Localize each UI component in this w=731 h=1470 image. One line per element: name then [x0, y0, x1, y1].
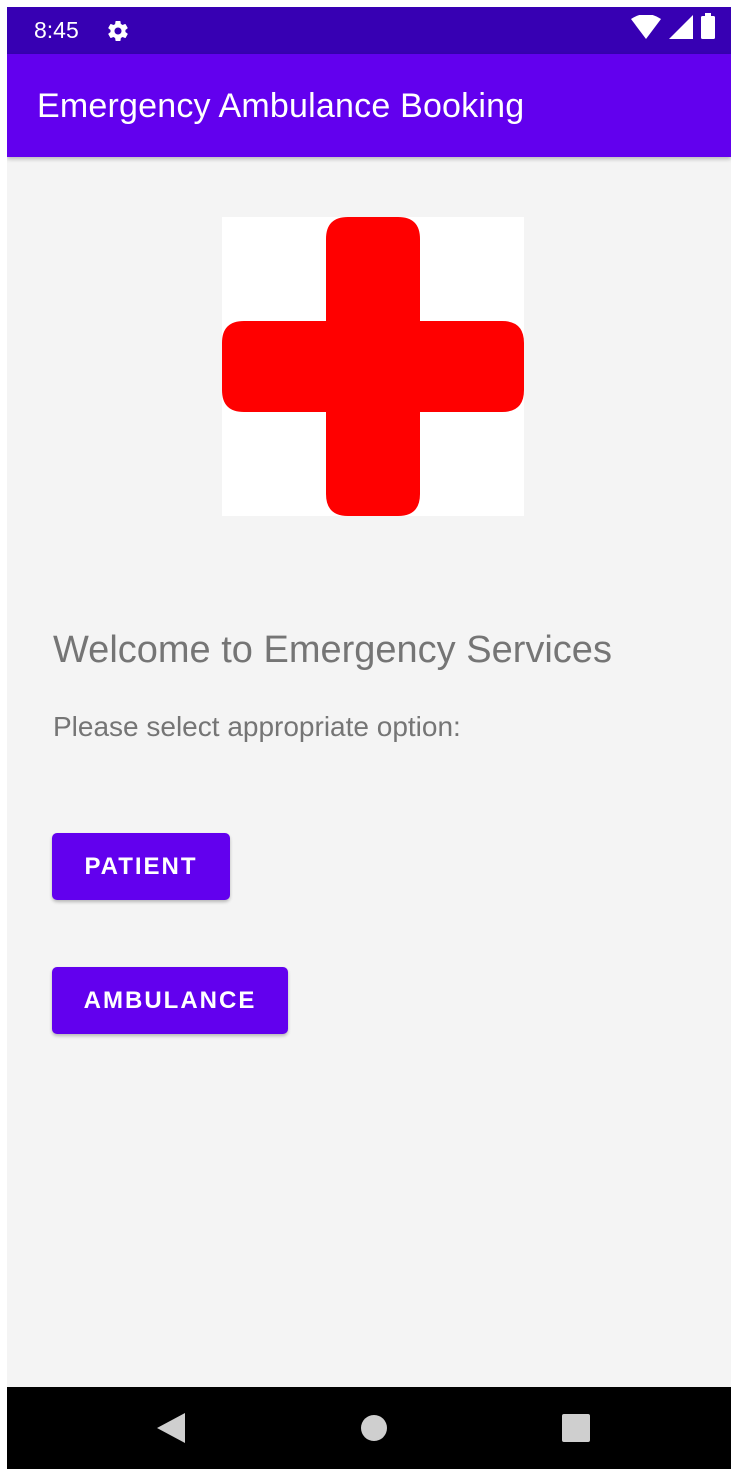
wifi-icon — [631, 14, 661, 44]
select-option-prompt: Please select appropriate option: — [53, 711, 461, 742]
navigation-bar — [7, 1387, 731, 1469]
app-title: Emergency Ambulance Booking — [37, 87, 525, 125]
back-icon[interactable] — [154, 1411, 188, 1445]
red-cross-logo — [222, 217, 524, 516]
status-icons — [631, 13, 715, 44]
status-bar: 8:45 — [7, 7, 731, 54]
red-cross-icon — [222, 217, 524, 516]
welcome-heading: Welcome to Emergency Services — [53, 629, 612, 671]
ambulance-button[interactable]: AMBULANCE — [52, 967, 288, 1034]
app-bar: Emergency Ambulance Booking — [7, 54, 731, 157]
home-icon[interactable] — [357, 1411, 391, 1445]
recent-apps-icon[interactable] — [559, 1411, 593, 1445]
device-screen: 8:45 Emergency Ambulance Booking Welcome… — [7, 7, 731, 1469]
status-time: 8:45 — [34, 17, 79, 43]
cellular-signal-icon — [669, 15, 693, 44]
patient-button[interactable]: PATIENT — [52, 833, 230, 900]
settings-gear-icon — [106, 19, 130, 43]
battery-icon — [701, 13, 715, 44]
